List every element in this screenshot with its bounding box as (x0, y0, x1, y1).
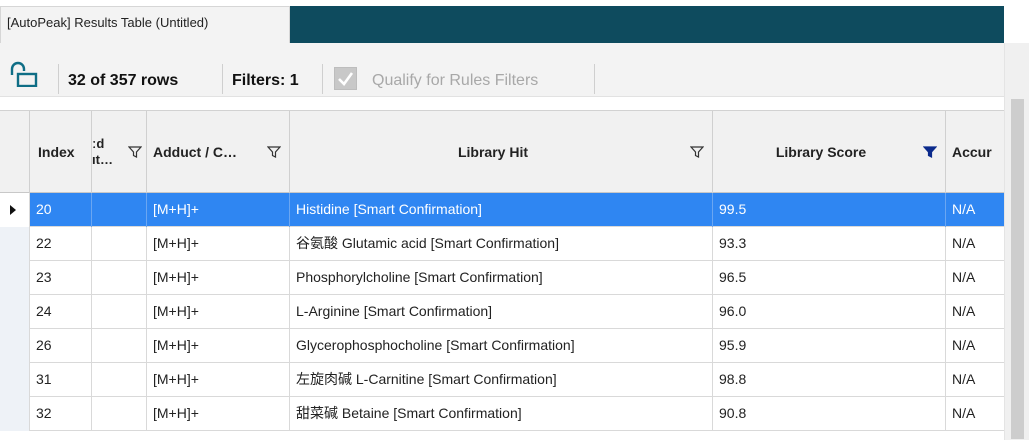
cell-library-hit[interactable]: Glycerophosphocholine [Smart Confirmatio… (290, 329, 713, 363)
cell-library-hit[interactable]: L-Arginine [Smart Confirmation] (290, 295, 713, 329)
row-selector[interactable] (0, 193, 30, 227)
filter-icon[interactable] (267, 146, 281, 158)
cell-library-hit[interactable]: Histidine [Smart Confirmation] (290, 193, 713, 227)
unlock-icon[interactable] (8, 61, 44, 88)
cell-adduct[interactable]: [M+H]+ (147, 363, 290, 397)
qualify-rules-filters-checkbox[interactable] (334, 67, 357, 90)
cell-library-score[interactable]: 96.0 (713, 295, 946, 329)
current-row-arrow-icon (10, 205, 16, 215)
active-filter-icon[interactable] (923, 146, 937, 158)
cell-adduct[interactable]: [M+H]+ (147, 295, 290, 329)
cell-accuracy[interactable]: N/A (946, 261, 1004, 295)
cell-library-hit[interactable]: 谷氨酸 Glutamic acid [Smart Confirmation] (290, 227, 713, 261)
toolbar-separator (594, 64, 595, 94)
cell-accuracy[interactable]: N/A (946, 295, 1004, 329)
cell-library-hit[interactable]: Phosphorylcholine [Smart Confirmation] (290, 261, 713, 295)
column-header-library-score[interactable]: Library Score (713, 111, 946, 193)
cell-library-score[interactable]: 95.9 (713, 329, 946, 363)
toolbar-separator (222, 64, 223, 94)
cell-adduct[interactable]: [M+H]+ (147, 329, 290, 363)
row-selector[interactable] (0, 329, 30, 363)
cell-empty[interactable] (92, 329, 147, 363)
cell-library-score[interactable]: 98.8 (713, 363, 946, 397)
table-row[interactable]: 22 [M+H]+ 谷氨酸 Glutamic acid [Smart Confi… (0, 227, 1004, 261)
table-row[interactable]: 31 [M+H]+ 左旋肉碱 L-Carnitine [Smart Confir… (0, 363, 1004, 397)
table-row[interactable]: 26 [M+H]+ Glycerophosphocholine [Smart C… (0, 329, 1004, 363)
cell-adduct[interactable]: [M+H]+ (147, 397, 290, 431)
cell-library-score[interactable]: 93.3 (713, 227, 946, 261)
cell-accuracy[interactable]: N/A (946, 329, 1004, 363)
cell-index[interactable]: 22 (30, 227, 92, 261)
cell-index[interactable]: 32 (30, 397, 92, 431)
cell-empty[interactable] (92, 227, 147, 261)
cell-accuracy[interactable]: N/A (946, 363, 1004, 397)
cell-index[interactable]: 31 (30, 363, 92, 397)
cell-index[interactable]: 20 (30, 193, 92, 227)
column-header-truncated-line1: ːd (92, 136, 105, 151)
rows-count: 32 of 357 rows (68, 72, 179, 89)
scrollbar-thumb[interactable] (1011, 99, 1024, 439)
cell-adduct[interactable]: [M+H]+ (147, 261, 290, 295)
table-row[interactable]: 23 [M+H]+ Phosphorylcholine [Smart Confi… (0, 261, 1004, 295)
cell-empty[interactable] (92, 397, 147, 431)
row-selector[interactable] (0, 295, 30, 329)
column-header-adduct[interactable]: Adduct / C… (147, 111, 290, 193)
cell-empty[interactable] (92, 363, 147, 397)
cell-index[interactable]: 24 (30, 295, 92, 329)
cell-library-hit[interactable]: 左旋肉碱 L-Carnitine [Smart Confirmation] (290, 363, 713, 397)
cell-library-score[interactable]: 99.5 (713, 193, 946, 227)
cell-adduct[interactable]: [M+H]+ (147, 193, 290, 227)
filter-icon[interactable] (128, 146, 142, 158)
table-row[interactable]: 24 [M+H]+ L-Arginine [Smart Confirmation… (0, 295, 1004, 329)
column-header-index[interactable]: Index (30, 111, 92, 193)
cell-accuracy[interactable]: N/A (946, 227, 1004, 261)
toolbar: 32 of 357 rows Filters: 1 Qualify for Ru… (0, 43, 1004, 97)
table-row[interactable]: 20 [M+H]+ Histidine [Smart Confirmation]… (0, 193, 1004, 227)
window-title-tab[interactable]: [AutoPeak] Results Table (Untitled) (0, 6, 290, 43)
column-header-library-hit[interactable]: Library Hit (290, 111, 713, 193)
qualify-rules-filters-label: Qualify for Rules Filters (372, 72, 539, 89)
vertical-scrollbar[interactable] (1004, 43, 1029, 440)
column-header-truncated-line2: ıt… (92, 152, 113, 167)
filter-icon[interactable] (690, 146, 704, 158)
row-selector-header (0, 111, 30, 193)
row-selector[interactable] (0, 227, 30, 261)
table-row[interactable]: 32 [M+H]+ 甜菜碱 Betaine [Smart Confirmatio… (0, 397, 1004, 431)
cell-index[interactable]: 23 (30, 261, 92, 295)
title-accent-strip (290, 6, 1004, 43)
toolbar-separator (58, 64, 59, 94)
results-table: Index ːd ıt… Adduct / C… Library Hit Lib… (0, 97, 1004, 440)
cell-index[interactable]: 26 (30, 329, 92, 363)
row-selector[interactable] (0, 261, 30, 295)
cell-empty[interactable] (92, 295, 147, 329)
cell-empty[interactable] (92, 261, 147, 295)
row-selector[interactable] (0, 397, 30, 431)
cell-library-score[interactable]: 90.8 (713, 397, 946, 431)
row-selector[interactable] (0, 363, 30, 397)
filters-count: Filters: 1 (232, 72, 299, 89)
title-bar: [AutoPeak] Results Table (Untitled) (0, 0, 1029, 43)
cell-library-score[interactable]: 96.5 (713, 261, 946, 295)
cell-accuracy[interactable]: N/A (946, 193, 1004, 227)
table-header: Index ːd ıt… Adduct / C… Library Hit Lib… (0, 110, 1004, 193)
cell-empty[interactable] (92, 193, 147, 227)
column-header-truncated[interactable]: ːd ıt… (92, 111, 147, 193)
cell-library-hit[interactable]: 甜菜碱 Betaine [Smart Confirmation] (290, 397, 713, 431)
cell-accuracy[interactable]: N/A (946, 397, 1004, 431)
toolbar-separator (322, 64, 323, 94)
column-header-accuracy[interactable]: Accur (946, 111, 1004, 193)
window-title: [AutoPeak] Results Table (Untitled) (7, 15, 209, 30)
cell-adduct[interactable]: [M+H]+ (147, 227, 290, 261)
